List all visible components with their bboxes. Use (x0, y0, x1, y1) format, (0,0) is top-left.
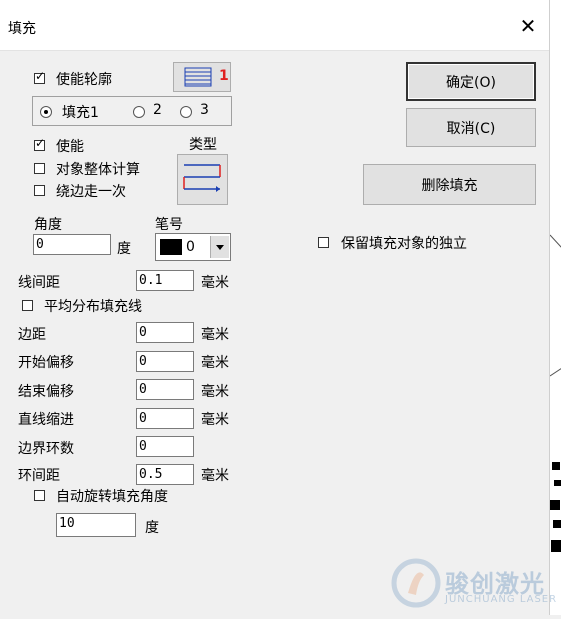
line-indent-label: 直线缩进 (18, 412, 74, 428)
auto-rotate-checkbox[interactable] (34, 490, 45, 501)
angle-label: 角度 (34, 217, 62, 233)
line-spacing-input[interactable]: 0.1 (136, 270, 194, 291)
margin-input[interactable]: 0 (136, 322, 194, 343)
line-indent-input[interactable]: 0 (136, 408, 194, 429)
start-offset-input[interactable]: 0 (136, 351, 194, 372)
fill-mode-label-3: 3 (200, 102, 209, 118)
pen-color-swatch (160, 239, 182, 255)
end-offset-label: 结束偏移 (18, 384, 74, 400)
keep-independent-checkbox[interactable] (318, 237, 329, 248)
close-icon[interactable]: ✕ (518, 16, 538, 36)
fill-mode-radio-2[interactable] (133, 106, 145, 118)
window-title: 填充 (8, 21, 36, 37)
contour-pen-badge: 1 (219, 68, 229, 84)
contour-pen-button[interactable]: 1 (173, 62, 231, 92)
enable-contour-checkbox[interactable] (34, 69, 45, 84)
even-distribution-checkbox[interactable] (22, 300, 33, 311)
brand-watermark-subtext: JUNCHUANG LASER (445, 594, 558, 605)
delete-fill-button[interactable]: 删除填充 (363, 164, 536, 205)
fill-mode-label-1: 填充1 (62, 105, 99, 121)
edge-once-checkbox[interactable] (34, 185, 45, 196)
end-offset-input[interactable]: 0 (136, 379, 194, 400)
auto-rotate-angle-unit: 度 (145, 520, 159, 536)
loop-spacing-input[interactable]: 0.5 (136, 464, 194, 485)
fill-mode-radio-1[interactable] (40, 106, 52, 118)
enable-fill-checkbox[interactable] (34, 136, 45, 151)
fill-mode-label-2: 2 (153, 102, 162, 118)
whole-object-calc-label: 对象整体计算 (56, 162, 140, 178)
loop-spacing-label: 环间距 (18, 468, 60, 484)
pen-label: 笔号 (155, 217, 183, 233)
fill-type-button[interactable] (177, 154, 228, 205)
cancel-button[interactable]: 取消(C) (406, 108, 536, 147)
angle-unit: 度 (117, 241, 131, 257)
pen-value: 0 (186, 239, 195, 255)
keep-independent-label: 保留填充对象的独立 (341, 236, 467, 252)
margin-label: 边距 (18, 327, 46, 343)
line-indent-unit: 毫米 (201, 412, 229, 428)
angle-input[interactable]: 0 (33, 234, 111, 255)
fill-type-label: 类型 (189, 137, 217, 153)
fill-mode-radio-3[interactable] (180, 106, 192, 118)
background-canvas-lines (549, 234, 561, 552)
whole-object-calc-checkbox[interactable] (34, 163, 45, 174)
line-spacing-label: 线间距 (18, 275, 60, 291)
title-bar (0, 0, 549, 51)
background-window-edge (549, 0, 561, 615)
enable-contour-label: 使能轮廓 (56, 72, 112, 88)
enable-fill-label: 使能 (56, 139, 84, 155)
margin-unit: 毫米 (201, 327, 229, 343)
line-spacing-unit: 毫米 (201, 275, 229, 291)
fill-type-pattern-icon (183, 164, 221, 192)
start-offset-label: 开始偏移 (18, 355, 74, 371)
brand-logo-icon (391, 558, 441, 608)
loop-spacing-unit: 毫米 (201, 468, 229, 484)
auto-rotate-angle-input[interactable]: 10 (56, 513, 136, 537)
pen-select[interactable]: 0 (155, 233, 231, 261)
border-loops-label: 边界环数 (18, 441, 74, 457)
ok-button[interactable]: 确定(O) (406, 62, 536, 101)
end-offset-unit: 毫米 (201, 384, 229, 400)
border-loops-input[interactable]: 0 (136, 436, 194, 457)
even-distribution-label: 平均分布填充线 (44, 299, 142, 315)
chevron-down-icon[interactable] (210, 236, 229, 258)
start-offset-unit: 毫米 (201, 355, 229, 371)
edge-once-label: 绕边走一次 (56, 184, 126, 200)
auto-rotate-label: 自动旋转填充角度 (56, 489, 168, 505)
